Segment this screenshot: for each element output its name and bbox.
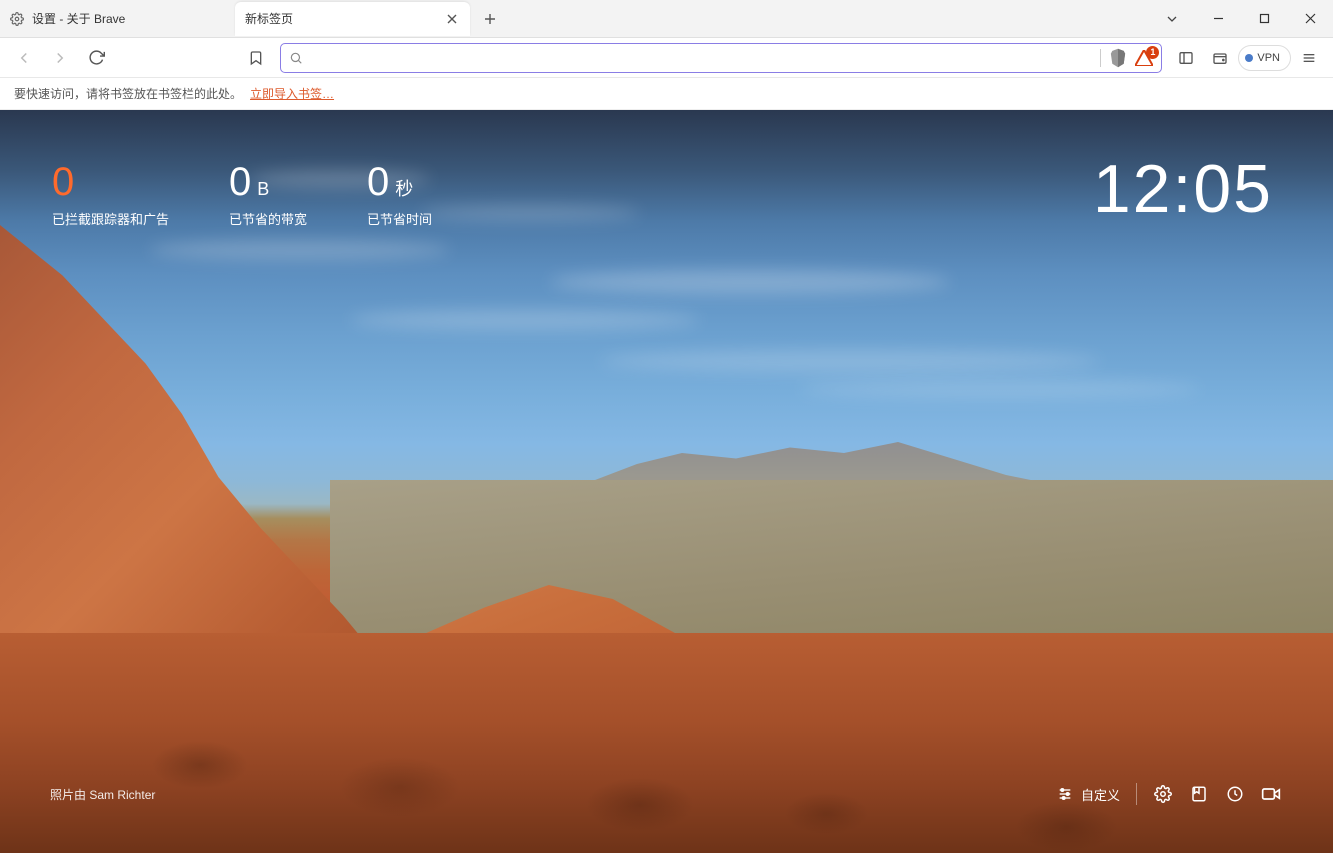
vpn-button[interactable]: VPN xyxy=(1238,45,1291,71)
stat-trackers: 0 已拦截跟踪器和广告 xyxy=(52,160,169,228)
stat-time: 0 秒 已节省时间 xyxy=(367,160,432,228)
toolbar: 1 VPN xyxy=(0,38,1333,78)
vpn-status-dot xyxy=(1245,54,1253,62)
new-tab-page: 0 已拦截跟踪器和广告 0 B 已节省的带宽 0 秒 已节省时间 12:05 照… xyxy=(0,110,1333,853)
forward-button[interactable] xyxy=(44,42,76,74)
window-controls xyxy=(1149,0,1333,37)
background-rock-bottom xyxy=(0,633,1333,853)
back-button[interactable] xyxy=(8,42,40,74)
customize-button[interactable]: 自定义 xyxy=(1057,785,1120,804)
stat-bandwidth: 0 B 已节省的带宽 xyxy=(229,160,307,228)
sliders-icon xyxy=(1057,786,1073,802)
bookmark-bar: 要快速访问，请将书签放在书签栏的此处。 立即导入书签… xyxy=(0,78,1333,110)
customize-label: 自定义 xyxy=(1081,785,1120,804)
photo-credit[interactable]: 照片由 Sam Richter xyxy=(50,786,155,803)
maximize-button[interactable] xyxy=(1241,3,1287,35)
stat-bandwidth-label: 已节省的带宽 xyxy=(229,209,307,228)
close-window-button[interactable] xyxy=(1287,3,1333,35)
brave-rewards-icon[interactable]: 1 xyxy=(1135,50,1153,66)
stat-time-unit: 秒 xyxy=(395,175,413,201)
vpn-label: VPN xyxy=(1257,52,1280,64)
tab-title: 新标签页 xyxy=(245,10,293,27)
menu-button[interactable] xyxy=(1293,44,1325,72)
sidebar-toggle-button[interactable] xyxy=(1170,44,1202,72)
divider xyxy=(1136,783,1137,805)
history-icon[interactable] xyxy=(1225,784,1245,804)
toolbar-right: VPN xyxy=(1170,44,1325,72)
stat-time-value: 0 xyxy=(367,160,389,205)
stat-trackers-value: 0 xyxy=(52,160,74,205)
tab-bar: 设置 - 关于 Brave 新标签页 xyxy=(0,0,1333,38)
ntp-footer: 自定义 xyxy=(1057,783,1281,805)
tab-settings[interactable]: 设置 - 关于 Brave xyxy=(0,2,235,36)
brave-talk-icon[interactable] xyxy=(1261,784,1281,804)
reload-button[interactable] xyxy=(80,42,112,74)
stat-bandwidth-value: 0 xyxy=(229,160,251,205)
divider xyxy=(1100,49,1101,67)
url-input[interactable] xyxy=(311,44,1092,72)
close-icon[interactable] xyxy=(444,11,460,27)
stat-trackers-label: 已拦截跟踪器和广告 xyxy=(52,209,169,228)
url-bar[interactable]: 1 xyxy=(280,43,1162,73)
bookmark-hint: 要快速访问，请将书签放在书签栏的此处。 xyxy=(14,85,242,102)
settings-icon[interactable] xyxy=(1153,784,1173,804)
rewards-badge: 1 xyxy=(1146,46,1159,59)
gear-icon xyxy=(10,12,24,26)
brave-shield-icon[interactable] xyxy=(1109,48,1127,68)
minimize-button[interactable] xyxy=(1195,3,1241,35)
import-bookmarks-link[interactable]: 立即导入书签… xyxy=(250,85,334,102)
stat-time-label: 已节省时间 xyxy=(367,209,432,228)
bookmarks-icon[interactable] xyxy=(1189,784,1209,804)
footer-icons xyxy=(1153,784,1281,804)
new-tab-button[interactable] xyxy=(476,5,504,33)
bookmark-button[interactable] xyxy=(240,42,272,74)
search-icon xyxy=(289,51,303,65)
clock: 12:05 xyxy=(1093,150,1273,228)
stats-row: 0 已拦截跟踪器和广告 0 B 已节省的带宽 0 秒 已节省时间 xyxy=(52,160,432,228)
stat-bandwidth-unit: B xyxy=(257,179,269,200)
wallet-button[interactable] xyxy=(1204,44,1236,72)
tab-new-tab[interactable]: 新标签页 xyxy=(235,2,470,36)
tab-title: 设置 - 关于 Brave xyxy=(32,10,125,27)
tab-search-button[interactable] xyxy=(1149,3,1195,35)
